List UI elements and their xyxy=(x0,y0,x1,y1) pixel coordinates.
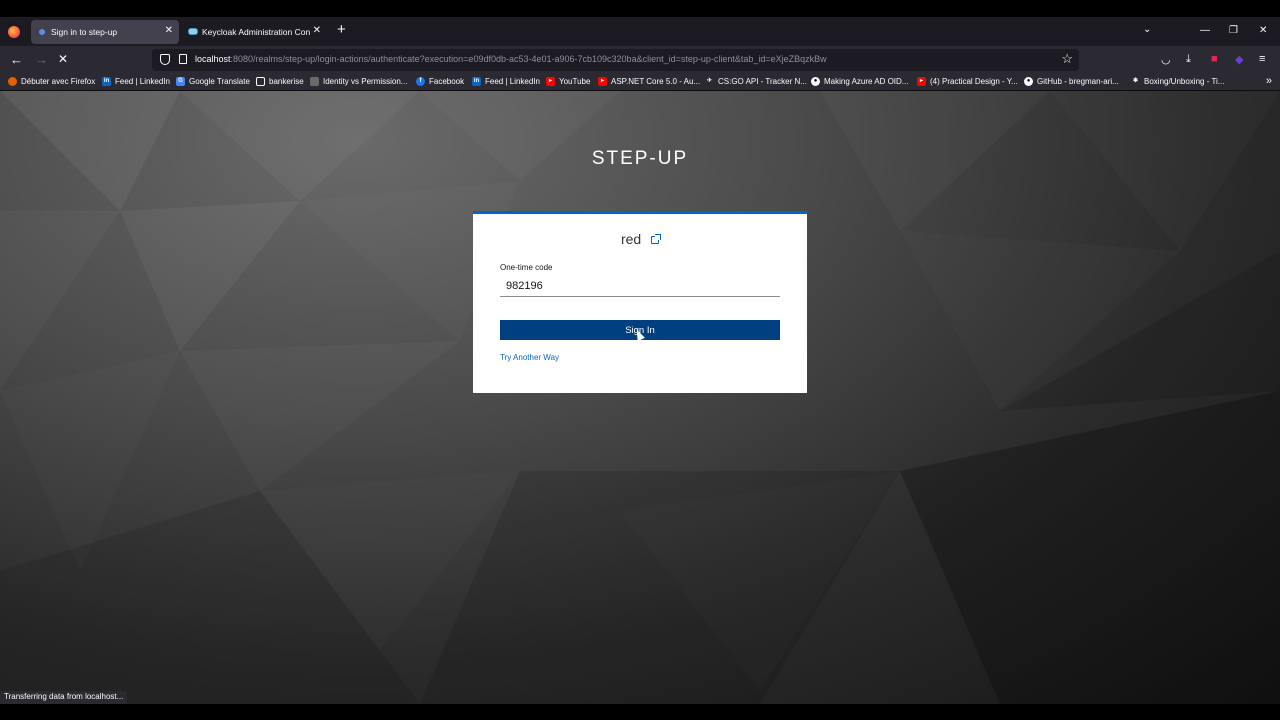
otp-input[interactable] xyxy=(500,275,780,297)
url-path: :8080/realms/step-up/login-actions/authe… xyxy=(230,54,827,64)
bookmark-label: Débuter avec Firefox xyxy=(21,77,96,86)
youtube-icon: ▸ xyxy=(598,77,607,86)
bookmark-item[interactable]: in Feed | LinkedIn xyxy=(472,77,540,86)
status-bar: Transferring data from localhost... xyxy=(0,691,128,704)
window-close-button[interactable]: ✕ xyxy=(1259,25,1267,36)
bookmark-item[interactable]: Débuter avec Firefox xyxy=(8,77,95,86)
bookmark-item[interactable]: ▸ YouTube xyxy=(546,77,590,86)
pocket-icon[interactable]: ◡ xyxy=(1161,53,1171,66)
bookmark-item[interactable]: G Google Translate xyxy=(176,77,250,86)
bookmark-label: (4) Practical Design - Y... xyxy=(930,77,1018,86)
close-tab-icon[interactable]: ✕ xyxy=(165,25,173,36)
bookmark-label: GitHub - bregman-ari... xyxy=(1037,77,1119,86)
bookmark-item[interactable]: ● Making Azure AD OID... xyxy=(811,77,908,86)
bookmark-label: CS:GO API - Tracker N... xyxy=(718,77,807,86)
background-pattern xyxy=(0,91,1280,704)
bookmark-label: Feed | LinkedIn xyxy=(115,77,171,86)
bookmark-item[interactable]: ▸ ASP.NET Core 5.0 - Au... xyxy=(598,77,700,86)
bookmark-item[interactable]: ● GitHub - bregman-ari... xyxy=(1024,77,1119,86)
extension-purple-icon[interactable]: ◆ xyxy=(1235,53,1243,66)
otp-label: One-time code xyxy=(500,263,553,272)
keycloak-icon xyxy=(188,28,198,35)
bookmark-item[interactable]: Identity vs Permission... xyxy=(310,77,407,86)
folder-icon xyxy=(256,77,265,86)
menu-icon[interactable]: ≡ xyxy=(1259,53,1265,65)
minimize-button[interactable]: — xyxy=(1200,25,1210,36)
bookmark-label: Boxing/Unboxing - Ti... xyxy=(1144,77,1225,86)
close-tab-icon[interactable]: ✕ xyxy=(313,25,321,36)
medium-icon: ● xyxy=(811,77,820,86)
username-text: red xyxy=(620,231,642,247)
bookmark-label: Identity vs Permission... xyxy=(323,77,408,86)
url-text[interactable]: localhost:8080/realms/step-up/login-acti… xyxy=(195,54,827,64)
letterbox-top xyxy=(0,0,1280,17)
bookmark-item[interactable]: f Facebook xyxy=(416,77,464,86)
youtube-icon: ▸ xyxy=(546,77,555,86)
youtube-icon: ▸ xyxy=(917,77,926,86)
tracking-protection-icon[interactable] xyxy=(160,54,170,65)
firefox-icon xyxy=(8,77,17,86)
bookmark-item[interactable]: in Feed | LinkedIn xyxy=(102,77,170,86)
url-host: localhost xyxy=(195,54,231,64)
more-bookmarks-icon[interactable]: » xyxy=(1266,75,1272,87)
downloads-icon[interactable]: ⤓ xyxy=(1186,53,1191,66)
page-info-icon[interactable] xyxy=(179,54,187,64)
back-button[interactable]: ← xyxy=(10,52,23,67)
tracker-icon: ✈ xyxy=(706,78,713,84)
tab-sign-in[interactable]: Sign in to step-up ✕ xyxy=(31,20,179,44)
linkedin-icon: in xyxy=(472,77,481,86)
bookmark-label: Facebook xyxy=(429,77,465,86)
bookmark-item[interactable]: ✱ Boxing/Unboxing - Ti... xyxy=(1131,77,1225,86)
reset-login-icon[interactable] xyxy=(651,234,662,245)
new-tab-button[interactable]: + xyxy=(337,21,346,38)
bookmark-label: Google Translate xyxy=(189,77,250,86)
loading-icon xyxy=(39,29,45,35)
firefox-icon[interactable] xyxy=(8,26,20,38)
try-another-way-link[interactable]: Try Another Way xyxy=(500,353,559,362)
list-tabs-icon[interactable]: ⌄ xyxy=(1143,24,1151,35)
bookmark-label: ASP.NET Core 5.0 - Au... xyxy=(611,77,701,86)
facebook-icon: f xyxy=(416,77,425,86)
bookmark-label: YouTube xyxy=(559,77,591,86)
attempted-username: red xyxy=(473,231,807,247)
linkedin-icon: in xyxy=(102,77,111,86)
address-bar[interactable]: localhost:8080/realms/step-up/login-acti… xyxy=(152,49,1079,71)
translate-icon: G xyxy=(176,77,185,86)
restore-button[interactable]: ❐ xyxy=(1229,25,1238,36)
letterbox-bottom xyxy=(0,704,1280,720)
page-icon xyxy=(310,77,319,86)
github-icon: ● xyxy=(1024,77,1033,86)
bookmark-item[interactable]: bankerise xyxy=(256,77,304,86)
nav-bar: ← → ✕ localhost:8080/realms/step-up/logi… xyxy=(0,46,1280,74)
login-card: red One-time code Sign In Try Another Wa… xyxy=(473,211,807,393)
bookmark-label: Feed | LinkedIn xyxy=(485,77,541,86)
bookmark-label: bankerise xyxy=(269,77,304,86)
bookmark-item[interactable]: ✈ CS:GO API - Tracker N... xyxy=(705,77,807,86)
forward-button[interactable]: → xyxy=(35,52,48,67)
tab-keycloak-admin[interactable]: Keycloak Administration Console ✕ xyxy=(183,20,327,44)
bookmark-star-icon[interactable]: ☆ xyxy=(1061,51,1073,67)
realm-title: STEP-UP xyxy=(591,148,689,169)
tab-label: Keycloak Administration Console xyxy=(202,27,310,37)
gear-icon: ✱ xyxy=(1132,78,1139,84)
tab-label: Sign in to step-up xyxy=(51,27,118,37)
bookmarks-bar: Débuter avec Firefox in Feed | LinkedIn G… xyxy=(0,74,1280,91)
screen: Sign in to step-up ✕ Keycloak Administra… xyxy=(0,0,1280,720)
stop-loading-button[interactable]: ✕ xyxy=(58,52,68,66)
page-content: STEP-UP red One-time code Sign In Try An… xyxy=(0,91,1280,704)
bookmark-item[interactable]: ▸ (4) Practical Design - Y... xyxy=(917,77,1018,86)
bookmark-label: Making Azure AD OID... xyxy=(824,77,909,86)
tab-strip: Sign in to step-up ✕ Keycloak Administra… xyxy=(0,17,1280,46)
extension-red-icon[interactable]: ■ xyxy=(1211,53,1218,65)
